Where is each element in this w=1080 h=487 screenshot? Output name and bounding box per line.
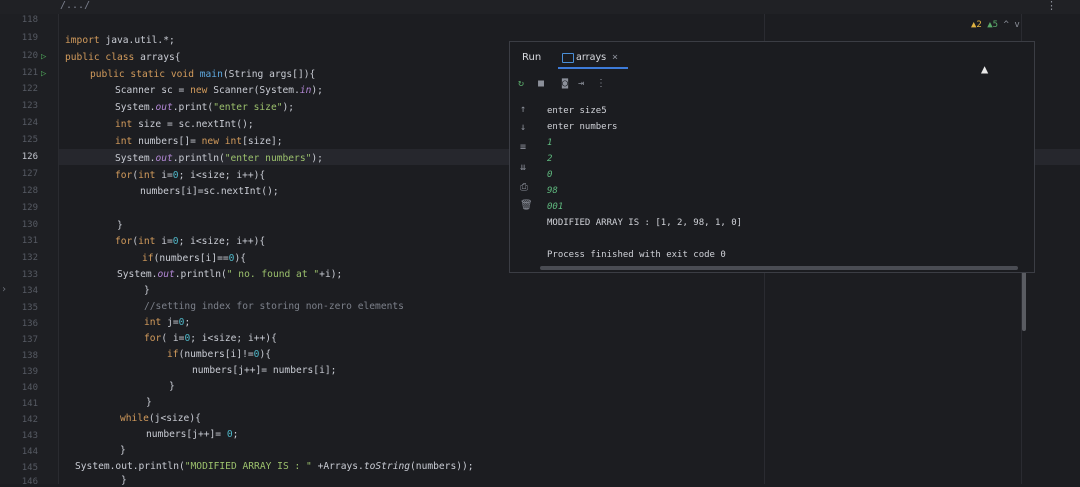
more-icon[interactable]: ⋮ (596, 78, 606, 89)
trash-icon[interactable]: 🗑 (520, 200, 533, 211)
print-icon[interactable]: ⎙ (520, 182, 528, 193)
rerun-icon[interactable]: ↻ (518, 78, 524, 89)
code-line: } (169, 381, 175, 392)
fold-arrow-icon[interactable]: › (1, 284, 7, 295)
code-line: } (121, 475, 127, 486)
code-line: while(j<size){ (120, 413, 201, 424)
code-line: int numbers[]= new int[size]; (115, 136, 283, 147)
code-line: for(int i=0; i<size; i++){ (115, 170, 266, 181)
console-input: 98 (547, 186, 558, 196)
down-arrow-icon[interactable]: ↓ (520, 122, 526, 133)
console-input: 0 (547, 170, 553, 180)
breadcrumb[interactable]: /.../ (60, 0, 90, 11)
console-scrollbar[interactable] (540, 266, 1018, 270)
code-line: for(int i=0; i<size; i++){ (115, 236, 266, 247)
soft-wrap-icon[interactable]: ≡ (520, 142, 526, 153)
line-number: 121 (21, 68, 38, 78)
line-number: 145 (21, 463, 38, 473)
tab-underline (558, 67, 628, 69)
line-number: 142 (21, 415, 38, 425)
line-number: 124 (21, 118, 38, 128)
code-line: //setting index for storing non-zero ele… (144, 301, 404, 312)
line-number: 131 (21, 236, 38, 246)
line-number: 127 (21, 169, 38, 179)
line-number: 125 (21, 135, 38, 145)
console-line: Process finished with exit code 0 (547, 250, 726, 260)
tab-arrays[interactable]: arrays × (558, 47, 628, 69)
up-arrow-icon[interactable]: ↑ (520, 104, 526, 115)
scroll-end-icon[interactable]: ⇊ (520, 162, 526, 173)
tab-label: arrays (576, 52, 607, 63)
run-header: Run arrays × (510, 42, 1034, 72)
console-line: MODIFIED ARRAY IS : [1, 2, 98, 1, 0] (547, 218, 743, 228)
code-line: } (144, 285, 150, 296)
line-number: 137 (21, 335, 38, 345)
close-icon[interactable]: × (612, 52, 618, 63)
run-title[interactable]: Run (522, 52, 541, 63)
run-main-icon[interactable]: ▷ (41, 69, 46, 79)
code-line: import java.util.*; (65, 35, 175, 46)
code-line: numbers[j++]= 0; (146, 429, 239, 440)
line-number: 129 (21, 203, 38, 213)
code-line: int j=0; (144, 317, 191, 328)
line-number: 122 (21, 84, 38, 94)
code-line: if(numbers[i]!=0){ (167, 349, 271, 360)
code-line: if(numbers[i]==0){ (142, 253, 246, 264)
code-line: for( i=0; i<size; i++){ (144, 333, 277, 344)
console-input: 1 (547, 138, 553, 148)
more-vertical-icon[interactable]: ⋮ (1046, 0, 1057, 12)
editor-tabs-bar: /.../ ⋮ (0, 0, 1080, 14)
line-number-current: 126 (21, 152, 38, 162)
nav-chevrons-icon[interactable]: ^ v (1004, 20, 1020, 30)
console-line: enter numbers (547, 122, 618, 132)
line-number: 139 (21, 367, 38, 377)
line-number: 143 (21, 431, 38, 441)
weak-warning-count[interactable]: ▲5 (987, 20, 998, 30)
line-number: 128 (21, 186, 38, 196)
warning-count[interactable]: ▲2 (971, 20, 982, 30)
code-line: } (146, 397, 152, 408)
line-number: 135 (21, 303, 38, 313)
mouse-cursor-icon: ▲ (981, 62, 989, 76)
line-number: 133 (21, 270, 38, 280)
code-line: public class arrays{ (65, 52, 181, 63)
code-line: } (120, 445, 126, 456)
line-number: 140 (21, 383, 38, 393)
line-number: 132 (21, 253, 38, 263)
console-input: 2 (547, 154, 553, 164)
console-output[interactable]: enter size5 enter numbers 1 2 0 98 001 M… (547, 102, 1027, 262)
line-number: 123 (21, 101, 38, 111)
code-line: } (117, 220, 123, 231)
console-input: 001 (547, 202, 564, 212)
camera-icon[interactable]: ◙ (562, 78, 568, 89)
code-line-current: System.out.println("enter numbers"); (115, 153, 323, 164)
code-line: numbers[i]=sc.nextInt(); (140, 186, 279, 197)
run-toolbar: ↻ ■ ◙ ⇥ ⋮ (516, 78, 656, 94)
line-number: 146 (21, 477, 38, 487)
console-line: enter size5 (547, 106, 607, 116)
code-line: numbers[j++]= numbers[i]; (192, 365, 337, 376)
code-line: System.out.println("MODIFIED ARRAY IS : … (75, 461, 474, 472)
code-line: Scanner sc = new Scanner(System.in); (115, 85, 323, 96)
run-side-toolbar: ↑ ↓ ≡ ⇊ ⎙ 🗑 (520, 104, 536, 224)
code-line: int size = sc.nextInt(); (115, 119, 254, 130)
code-line: System.out.println(" no. found at "+i); (117, 269, 343, 280)
line-number: 118 (21, 15, 38, 25)
stop-icon[interactable]: ■ (538, 78, 544, 89)
line-number: 144 (21, 447, 38, 457)
code-line: System.out.print("enter size"); (115, 102, 295, 113)
inspection-widget[interactable]: ▲2 ▲5 ^ v (971, 20, 1020, 30)
line-number: 120 (21, 51, 38, 61)
code-line: public static void main(String args[]){ (90, 69, 316, 80)
console-icon (562, 53, 574, 63)
line-number: 138 (21, 351, 38, 361)
line-number: 130 (21, 220, 38, 230)
line-number: 136 (21, 319, 38, 329)
run-class-icon[interactable]: ▷ (41, 52, 46, 62)
line-number: 119 (21, 33, 38, 43)
exit-icon[interactable]: ⇥ (578, 78, 584, 89)
run-tool-window: Run arrays × ↻ ■ ◙ ⇥ ⋮ ↑ ↓ ≡ ⇊ ⎙ 🗑 enter… (509, 41, 1035, 273)
line-gutter: 118 119 120 121 122 123 124 125 126 127 … (0, 14, 59, 487)
line-number: 141 (21, 399, 38, 409)
